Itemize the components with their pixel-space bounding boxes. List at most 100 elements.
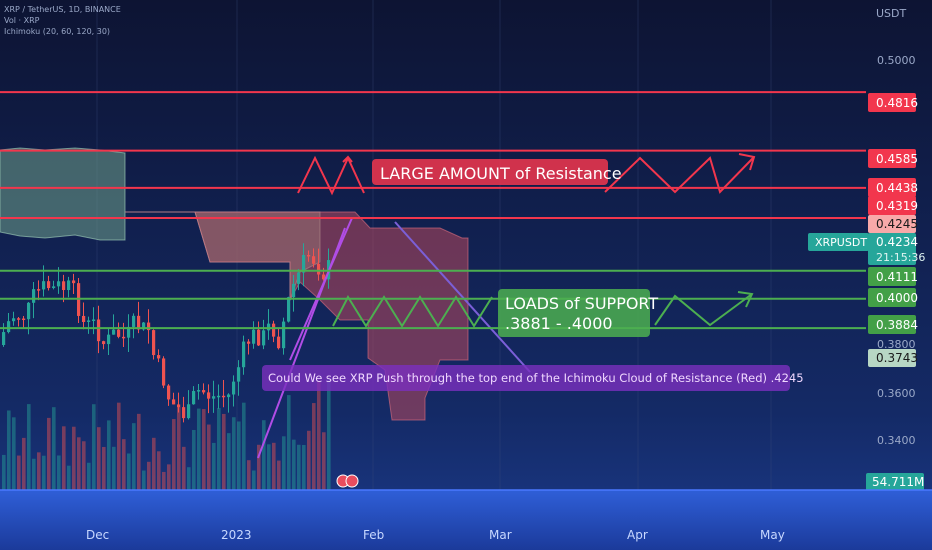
candle-body <box>317 263 321 275</box>
y-tick-0.3600: 0.3600 <box>877 387 916 400</box>
candle-body <box>97 319 101 342</box>
x-tick-dec: Dec <box>86 528 109 542</box>
support-annotation[interactable]: LOADS of SUPPORT .3881 - .4000 <box>498 289 658 337</box>
candle-body <box>107 334 111 345</box>
candle-body <box>262 330 266 346</box>
volume-bar <box>122 439 126 490</box>
volume-bar <box>7 410 11 490</box>
volume-bar <box>67 465 71 490</box>
ichimoku-legend[interactable]: Ichimoku (20, 60, 120, 30) <box>4 27 110 36</box>
tag-volume: 54.711M <box>872 475 924 489</box>
candle-body <box>172 399 176 405</box>
volume-bar <box>107 420 111 490</box>
volume-bar <box>247 460 251 490</box>
tag-countdown: 21:15:36 <box>876 251 925 264</box>
candle-body <box>267 323 271 331</box>
volume-bar <box>327 379 331 490</box>
candle-body <box>272 323 276 337</box>
volume-bar <box>322 432 326 490</box>
candle-body <box>47 281 51 289</box>
candle-body <box>207 392 211 399</box>
candle-body <box>182 407 186 419</box>
volume-bar <box>92 404 96 490</box>
volume-bar <box>87 462 91 490</box>
x-tick-may: May <box>760 528 785 542</box>
candle-body <box>42 281 46 290</box>
tag-last-symbol: XRPUSDT <box>815 236 867 249</box>
volume-bar <box>197 408 201 490</box>
volume-bar <box>52 407 56 490</box>
volume-bar <box>172 419 176 490</box>
candle-body <box>32 289 36 303</box>
candle-body <box>292 283 296 298</box>
volume-bar <box>272 442 276 490</box>
question-annotation[interactable]: Could We see XRP Push through the top en… <box>262 365 804 391</box>
candle-body <box>22 318 26 321</box>
tag-cloud-low: 0.3743 <box>876 351 918 365</box>
tag-s2: 0.4000 <box>876 291 918 305</box>
volume-bar <box>27 404 31 490</box>
question-annotation-text: Could We see XRP Push through the top en… <box>268 371 804 385</box>
symbol-legend[interactable]: XRP / TetherUS, 1D, BINANCE <box>4 5 121 14</box>
y-tick-0.5000: 0.5000 <box>877 54 916 67</box>
candle-body <box>92 319 96 321</box>
chart-root: LARGE AMOUNT of Resistance LOADS of SUPP… <box>0 0 932 550</box>
y-tick-0.3400: 0.3400 <box>877 434 916 447</box>
candle-body <box>102 341 106 345</box>
candle-body <box>242 341 246 368</box>
candle-body <box>177 404 181 408</box>
candle-body <box>312 256 316 264</box>
tag-r1: 0.4816 <box>876 96 918 110</box>
candle-body <box>162 358 166 386</box>
candle-body <box>67 280 71 291</box>
volume-bar <box>2 454 6 490</box>
volume-bar <box>187 467 191 490</box>
candle-body <box>202 390 206 393</box>
candle-body <box>2 332 6 345</box>
candle-body <box>297 272 301 284</box>
volume-bar <box>102 446 106 490</box>
candle-body <box>287 297 291 322</box>
volume-legend[interactable]: Vol · XRP <box>4 16 40 25</box>
candle-body <box>222 395 226 398</box>
resistance-annotation[interactable]: LARGE AMOUNT of Resistance <box>372 159 622 185</box>
candle-body <box>247 341 251 344</box>
volume-bar <box>142 470 146 490</box>
tag-s3: 0.3884 <box>876 318 918 332</box>
volume-bar <box>302 444 306 490</box>
volume-bar <box>277 460 281 490</box>
volume-bar <box>37 452 41 490</box>
candle-body <box>27 302 31 320</box>
candle-body <box>82 315 86 322</box>
price-chart[interactable]: LARGE AMOUNT of Resistance LOADS of SUPP… <box>0 0 932 550</box>
volume-bar <box>137 413 141 490</box>
volume-bar <box>177 406 181 490</box>
candle-body <box>307 254 311 257</box>
candle-body <box>232 381 236 395</box>
volume-bar <box>47 417 51 490</box>
candle-body <box>62 281 66 291</box>
volume-bar <box>182 446 186 490</box>
volume-bar <box>22 437 26 490</box>
volume-bar <box>97 427 101 490</box>
candle-body <box>187 404 191 419</box>
tag-s1: 0.4111 <box>876 270 918 284</box>
volume-bar <box>232 417 236 490</box>
candle-body <box>72 280 76 284</box>
volume-bar <box>17 455 21 490</box>
candle-body <box>87 320 91 322</box>
volume-bar <box>287 395 291 490</box>
flag-event-icon[interactable] <box>345 474 359 488</box>
candle-body <box>12 318 16 322</box>
volume-bar <box>202 409 206 490</box>
candle-body <box>252 329 256 344</box>
candle-body <box>17 318 21 320</box>
volume-bar <box>307 430 311 490</box>
candle-body <box>237 367 241 382</box>
candle-body <box>117 329 121 337</box>
candle-body <box>152 330 156 356</box>
event-icons[interactable] <box>336 474 359 488</box>
support-annotation-line1: LOADS of SUPPORT <box>505 294 658 313</box>
resistance-annotation-text: LARGE AMOUNT of Resistance <box>380 164 622 183</box>
volume-bar <box>57 455 61 490</box>
